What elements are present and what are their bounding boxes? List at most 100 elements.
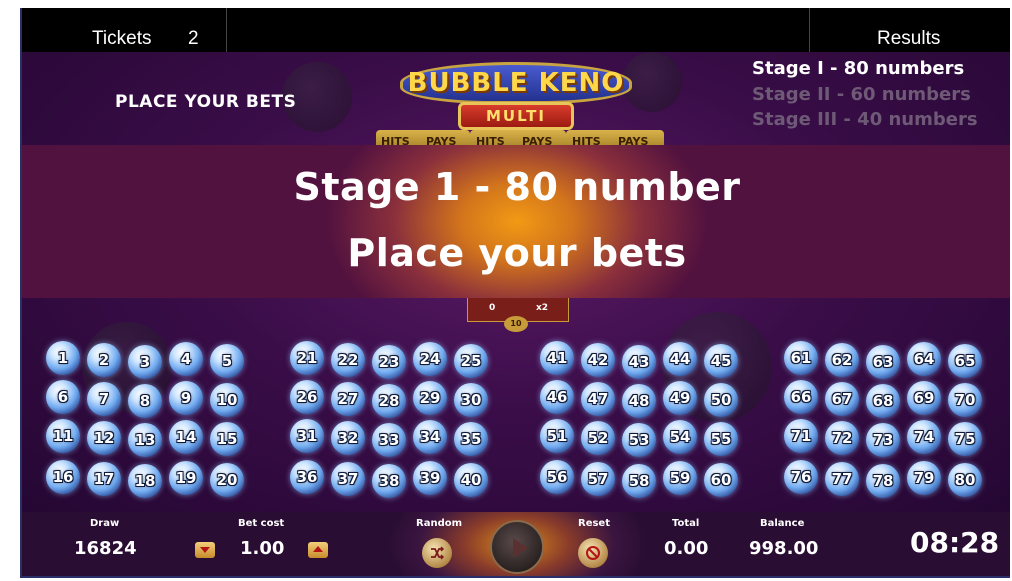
number-ball-label: 76	[790, 468, 812, 486]
number-ball[interactable]: 55	[704, 422, 738, 456]
number-ball[interactable]: 39	[413, 461, 447, 495]
number-ball[interactable]: 57	[581, 462, 615, 496]
number-ball[interactable]: 35	[454, 422, 488, 456]
number-ball[interactable]: 45	[704, 344, 738, 378]
number-ball[interactable]: 20	[210, 463, 244, 497]
number-ball[interactable]: 25	[454, 344, 488, 378]
number-ball[interactable]: 26	[290, 380, 324, 414]
number-ball[interactable]: 22	[331, 343, 365, 377]
number-ball-label: 44	[669, 350, 691, 368]
bet-decrease-button[interactable]	[195, 542, 215, 558]
number-ball[interactable]: 6	[46, 380, 80, 414]
number-ball[interactable]: 14	[169, 420, 203, 454]
number-ball[interactable]: 42	[581, 343, 615, 377]
number-ball[interactable]: 73	[866, 423, 900, 457]
number-ball-label: 73	[872, 431, 894, 449]
number-ball[interactable]: 72	[825, 421, 859, 455]
number-ball[interactable]: 17	[87, 462, 121, 496]
reset-button[interactable]	[578, 538, 608, 568]
number-ball[interactable]: 76	[784, 460, 818, 494]
number-ball[interactable]: 52	[581, 421, 615, 455]
number-ball[interactable]: 3	[128, 345, 162, 379]
number-ball[interactable]: 21	[290, 341, 324, 375]
number-ball[interactable]: 66	[784, 380, 818, 414]
number-ball[interactable]: 40	[454, 463, 488, 497]
number-ball[interactable]: 33	[372, 423, 406, 457]
number-ball-label: 37	[337, 470, 359, 488]
number-ball[interactable]: 27	[331, 382, 365, 416]
number-ball-label: 45	[710, 352, 732, 370]
number-ball[interactable]: 1	[46, 341, 80, 375]
number-ball[interactable]: 13	[128, 423, 162, 457]
number-ball[interactable]: 56	[540, 460, 574, 494]
number-ball[interactable]: 31	[290, 419, 324, 453]
number-ball-label: 1	[57, 349, 69, 367]
number-ball[interactable]: 34	[413, 420, 447, 454]
number-ball[interactable]: 68	[866, 384, 900, 418]
number-ball[interactable]: 23	[372, 345, 406, 379]
number-ball[interactable]: 24	[413, 342, 447, 376]
number-ball[interactable]: 2	[87, 343, 121, 377]
number-ball[interactable]: 49	[663, 381, 697, 415]
payout-badge: 10	[504, 316, 528, 332]
number-ball[interactable]: 4	[169, 342, 203, 376]
number-ball-label: 78	[872, 472, 894, 490]
results-button[interactable]: Results	[809, 8, 1010, 52]
tickets-button[interactable]: Tickets 2	[22, 8, 227, 52]
number-ball[interactable]: 28	[372, 384, 406, 418]
number-ball[interactable]: 10	[210, 383, 244, 417]
number-ball[interactable]: 36	[290, 460, 324, 494]
number-ball[interactable]: 54	[663, 420, 697, 454]
number-ball[interactable]: 71	[784, 419, 818, 453]
number-ball-label: 29	[419, 389, 441, 407]
number-ball[interactable]: 19	[169, 461, 203, 495]
number-ball[interactable]: 69	[907, 381, 941, 415]
number-ball[interactable]: 30	[454, 383, 488, 417]
number-ball[interactable]: 79	[907, 461, 941, 495]
number-ball[interactable]: 50	[704, 383, 738, 417]
number-ball[interactable]: 60	[704, 463, 738, 497]
number-ball[interactable]: 64	[907, 342, 941, 376]
number-ball[interactable]: 53	[622, 423, 656, 457]
bet-increase-button[interactable]	[308, 542, 328, 558]
number-ball[interactable]: 5	[210, 344, 244, 378]
number-ball[interactable]: 67	[825, 382, 859, 416]
number-ball[interactable]: 75	[948, 422, 982, 456]
random-button[interactable]	[422, 538, 452, 568]
number-ball[interactable]: 9	[169, 381, 203, 415]
number-ball[interactable]: 12	[87, 421, 121, 455]
number-ball-label: 32	[337, 429, 359, 447]
number-ball[interactable]: 48	[622, 384, 656, 418]
number-ball[interactable]: 77	[825, 462, 859, 496]
number-ball[interactable]: 16	[46, 460, 80, 494]
number-ball[interactable]: 80	[948, 463, 982, 497]
number-ball[interactable]: 15	[210, 422, 244, 456]
number-ball[interactable]: 37	[331, 462, 365, 496]
number-ball[interactable]: 74	[907, 420, 941, 454]
number-ball[interactable]: 61	[784, 341, 818, 375]
number-ball[interactable]: 7	[87, 382, 121, 416]
number-ball[interactable]: 18	[128, 464, 162, 498]
number-ball[interactable]: 38	[372, 464, 406, 498]
number-ball[interactable]: 58	[622, 464, 656, 498]
number-ball-label: 19	[175, 469, 197, 487]
number-ball[interactable]: 65	[948, 344, 982, 378]
number-ball[interactable]: 51	[540, 419, 574, 453]
number-ball-label: 15	[216, 430, 238, 448]
number-ball[interactable]: 47	[581, 382, 615, 416]
number-ball[interactable]: 32	[331, 421, 365, 455]
play-button[interactable]	[490, 520, 544, 574]
number-ball[interactable]: 41	[540, 341, 574, 375]
number-ball-label: 7	[98, 390, 110, 408]
number-ball[interactable]: 43	[622, 345, 656, 379]
number-ball[interactable]: 78	[866, 464, 900, 498]
number-ball[interactable]: 29	[413, 381, 447, 415]
number-ball[interactable]: 62	[825, 343, 859, 377]
number-ball[interactable]: 59	[663, 461, 697, 495]
number-ball[interactable]: 44	[663, 342, 697, 376]
number-ball[interactable]: 70	[948, 383, 982, 417]
number-ball[interactable]: 8	[128, 384, 162, 418]
number-ball[interactable]: 46	[540, 380, 574, 414]
number-ball[interactable]: 63	[866, 345, 900, 379]
number-ball[interactable]: 11	[46, 419, 80, 453]
